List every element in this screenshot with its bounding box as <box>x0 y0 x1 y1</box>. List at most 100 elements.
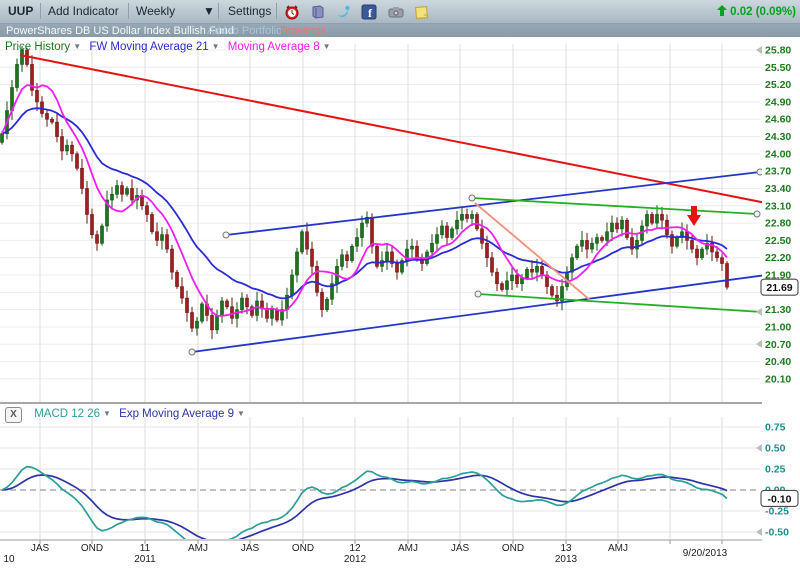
candle-body <box>411 246 414 249</box>
candle-body <box>626 220 629 237</box>
candle-body <box>56 122 59 136</box>
candle-body <box>151 214 154 231</box>
candle-body <box>236 310 239 319</box>
candle-body <box>361 223 364 237</box>
toolbar-separator <box>218 3 219 19</box>
book-icon[interactable] <box>310 4 326 20</box>
x-axis-quarter-label: 13 <box>560 543 572 554</box>
candle-body <box>501 284 504 290</box>
price-tick-label: 25.20 <box>765 79 791 91</box>
camera-icon[interactable] <box>388 4 404 20</box>
candle-body <box>551 287 554 296</box>
chevron-down-icon[interactable]: ▼ <box>100 409 116 418</box>
timeframe-select[interactable]: Weekly <box>136 4 175 18</box>
chevron-down-icon[interactable]: ▼ <box>234 409 250 418</box>
alarm-icon[interactable] <box>284 4 300 20</box>
ma21-dropdown[interactable]: FW Moving Average 21 <box>89 41 208 53</box>
ma8-dropdown[interactable]: Moving Average 8 <box>228 41 320 53</box>
candle-body <box>121 186 124 195</box>
drawings-button[interactable]: Drawings <box>280 25 326 37</box>
chevron-down-icon[interactable]: ▼ <box>70 42 86 51</box>
macd-tick-label: 0.25 <box>765 464 786 476</box>
x-axis-quarter-label: 12 <box>349 543 361 554</box>
macd-dropdown[interactable]: MACD 12 26 <box>34 408 100 420</box>
trendline-handle[interactable] <box>189 349 195 355</box>
x-axis-date-label: 9/20/2013 <box>683 548 728 559</box>
candle-body <box>541 266 544 275</box>
candle-body <box>186 298 189 312</box>
exp-ma9-dropdown[interactable]: Exp Moving Average 9 <box>119 408 234 420</box>
price-tick-label: 21.00 <box>765 321 791 333</box>
candle-body <box>191 313 194 329</box>
candle-body <box>491 258 494 272</box>
price-tick-label: 20.10 <box>765 373 791 385</box>
x-axis-year-label: 10 <box>3 554 15 565</box>
price-tick-label: 23.70 <box>765 166 791 178</box>
candle-body <box>196 321 199 328</box>
x-axis-year-label: 2012 <box>344 554 367 565</box>
candle-body <box>656 214 659 223</box>
down-arrow-marker[interactable] <box>691 206 697 216</box>
candle-body <box>576 246 579 258</box>
candle-body <box>71 145 74 154</box>
candle-body <box>176 272 179 286</box>
candle-body <box>81 168 84 188</box>
price-tick-label: 25.50 <box>765 62 791 74</box>
candle-body <box>531 269 534 272</box>
toolbar: UUP Add Indicator Weekly ▼ Settings f <box>0 0 800 24</box>
price-legend: Price History▼ FW Moving Average 21▼ Mov… <box>5 41 336 53</box>
candle-body <box>471 214 474 218</box>
chevron-down-icon[interactable]: ▼ <box>203 4 215 18</box>
price-tick-label: 23.10 <box>765 200 791 212</box>
candle-body <box>321 292 324 309</box>
candle-body <box>346 255 349 261</box>
symbol-label[interactable]: UUP <box>8 4 33 18</box>
trendline-handle[interactable] <box>469 195 475 201</box>
candle-body <box>211 315 214 329</box>
candle-body <box>616 223 619 229</box>
candle-body <box>341 255 344 267</box>
candle-body <box>86 188 89 214</box>
candle-body <box>126 188 129 194</box>
macd-tick-label: 0.50 <box>765 443 786 455</box>
facebook-icon[interactable]: f <box>361 4 377 20</box>
candle-body <box>496 272 499 284</box>
candle-body <box>611 223 614 232</box>
price-tick-label: 24.30 <box>765 131 791 143</box>
candle-body <box>96 235 99 244</box>
candle-body <box>101 226 104 243</box>
candle-body <box>446 226 449 238</box>
trendline-handle[interactable] <box>754 211 760 217</box>
price-tick-label: 22.20 <box>765 252 791 264</box>
candle-body <box>536 266 539 272</box>
candle-body <box>451 229 454 238</box>
candle-body <box>396 263 399 272</box>
add-indicator-button[interactable]: Add Indicator <box>48 4 119 18</box>
current-price-box-text: 21.69 <box>766 282 792 294</box>
candle-body <box>441 226 444 235</box>
add-to-portfolio-button[interactable]: Add to Portfolio <box>207 25 282 37</box>
candle-body <box>696 249 699 258</box>
settings-button[interactable]: Settings <box>228 4 271 18</box>
note-icon[interactable] <box>414 4 430 20</box>
trendline-handle[interactable] <box>223 232 229 238</box>
price-history-dropdown[interactable]: Price History <box>5 41 70 53</box>
chart-canvas[interactable]: 25.8025.5025.2024.9024.6024.3024.0023.70… <box>0 37 800 568</box>
candle-body <box>116 186 119 195</box>
candle-body <box>241 298 244 310</box>
chevron-down-icon[interactable]: ▼ <box>209 42 225 51</box>
chevron-down-icon[interactable]: ▼ <box>320 42 336 51</box>
candle-body <box>581 240 584 246</box>
twitter-icon[interactable] <box>336 4 352 20</box>
close-indicator-button[interactable]: X <box>5 407 22 423</box>
macd-legend: X MACD 12 26▼ Exp Moving Average 9▼ <box>5 407 250 423</box>
trendline-handle[interactable] <box>475 291 481 297</box>
up-arrow-icon <box>717 5 727 16</box>
candle-body <box>511 275 514 281</box>
current-macd-box-text: -0.10 <box>768 493 792 505</box>
x-axis-year-label: 2011 <box>134 554 156 565</box>
candle-body <box>606 232 609 241</box>
candle-body <box>661 214 664 220</box>
x-axis-quarter-label: JAS <box>241 543 260 554</box>
candle-body <box>296 252 299 275</box>
